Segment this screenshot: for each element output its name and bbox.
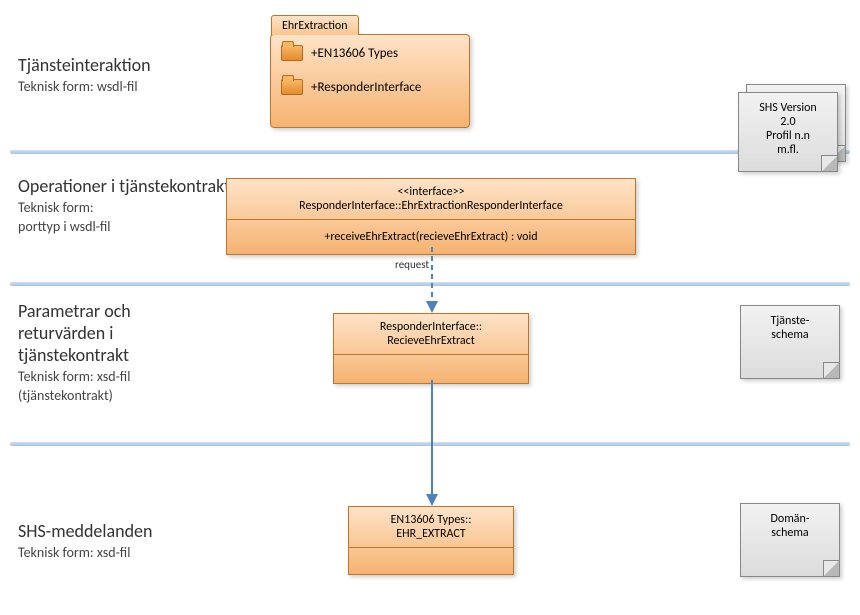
note-shs-l2: 2.0 bbox=[745, 115, 831, 129]
section-2-label: Operationer i tjänstekontrakt Teknisk fo… bbox=[18, 175, 230, 235]
section-4-heading: SHS-meddelanden bbox=[18, 520, 152, 542]
connector-message bbox=[425, 380, 445, 510]
param-head: ResponderInterface:: RecieveEhrExtract bbox=[334, 314, 528, 355]
interface-name: ResponderInterface::EhrExtractionRespond… bbox=[237, 199, 625, 213]
note-tschema: Tjänste- schema bbox=[740, 305, 840, 379]
note-tschema-l1: Tjänste- bbox=[747, 314, 833, 328]
section-1-heading: Tjänsteinteraktion bbox=[18, 54, 151, 76]
note-dschema-l1: Domän- bbox=[747, 512, 833, 526]
interface-head: <<interface>> ResponderInterface::EhrExt… bbox=[227, 179, 635, 220]
param-classbox: ResponderInterface:: RecieveEhrExtract bbox=[333, 313, 529, 384]
section-3-sub: Teknisk form: xsd-fil bbox=[18, 368, 168, 385]
section-4-sub: Teknisk form: xsd-fil bbox=[18, 544, 152, 561]
section-3-label: Parametrar och returvärden i tjänstekont… bbox=[18, 300, 168, 404]
request-label: request bbox=[395, 258, 429, 271]
note-dschema-l2: schema bbox=[747, 526, 833, 540]
package-tab: EhrExtraction bbox=[271, 15, 359, 35]
section-4-label: SHS-meddelanden Teknisk form: xsd-fil bbox=[18, 520, 152, 561]
interface-stereotype: <<interface>> bbox=[237, 185, 625, 199]
package-item-1-label: +ResponderInterface bbox=[311, 80, 421, 95]
folder-icon bbox=[281, 79, 303, 95]
note-tschema-l2: schema bbox=[747, 328, 833, 342]
section-1-label: Tjänsteinteraktion Teknisk form: wsdl-fi… bbox=[18, 54, 151, 95]
message-name-l2: EHR_EXTRACT bbox=[359, 527, 503, 541]
connector-request bbox=[425, 247, 445, 317]
note-fold-icon bbox=[823, 362, 839, 378]
message-head: EN13606 Types:: EHR_EXTRACT bbox=[349, 507, 513, 548]
param-name-l1: ResponderInterface:: bbox=[344, 320, 518, 334]
section-1-sub: Teknisk form: wsdl-fil bbox=[18, 78, 151, 95]
package-item-1: +ResponderInterface bbox=[271, 75, 469, 99]
note-shs-l1: SHS Version bbox=[745, 101, 831, 115]
section-3-sub2: (tjänstekontrakt) bbox=[18, 387, 168, 404]
note-dschema: Domän- schema bbox=[740, 503, 840, 577]
section-2-sub: Teknisk form: bbox=[18, 199, 230, 216]
section-3-heading: Parametrar och returvärden i tjänstekont… bbox=[18, 300, 168, 366]
message-name-l1: EN13606 Types:: bbox=[359, 513, 503, 527]
note-shs-l4: m.fl. bbox=[745, 143, 831, 157]
package-item-0-label: +EN13606 Types bbox=[311, 46, 398, 61]
divider-1 bbox=[10, 150, 850, 154]
interface-classbox: <<interface>> ResponderInterface::EhrExt… bbox=[226, 178, 636, 255]
note-fold-icon bbox=[823, 560, 839, 576]
package-box: EhrExtraction +EN13606 Types +ResponderI… bbox=[270, 34, 470, 128]
note-shs-l3: Profil n.n bbox=[745, 129, 831, 143]
section-2-sub2: porttyp i wsdl-fil bbox=[18, 218, 230, 235]
param-name-l2: RecieveEhrExtract bbox=[344, 334, 518, 348]
note-shs: SHS Version 2.0 Profil n.n m.fl. bbox=[738, 92, 838, 172]
message-classbox: EN13606 Types:: EHR_EXTRACT bbox=[348, 506, 514, 575]
note-fold-icon bbox=[821, 155, 837, 171]
message-empty bbox=[349, 548, 513, 574]
folder-icon bbox=[281, 45, 303, 61]
package-item-0: +EN13606 Types bbox=[271, 41, 469, 65]
section-2-heading: Operationer i tjänstekontrakt bbox=[18, 175, 230, 197]
param-empty bbox=[334, 355, 528, 383]
